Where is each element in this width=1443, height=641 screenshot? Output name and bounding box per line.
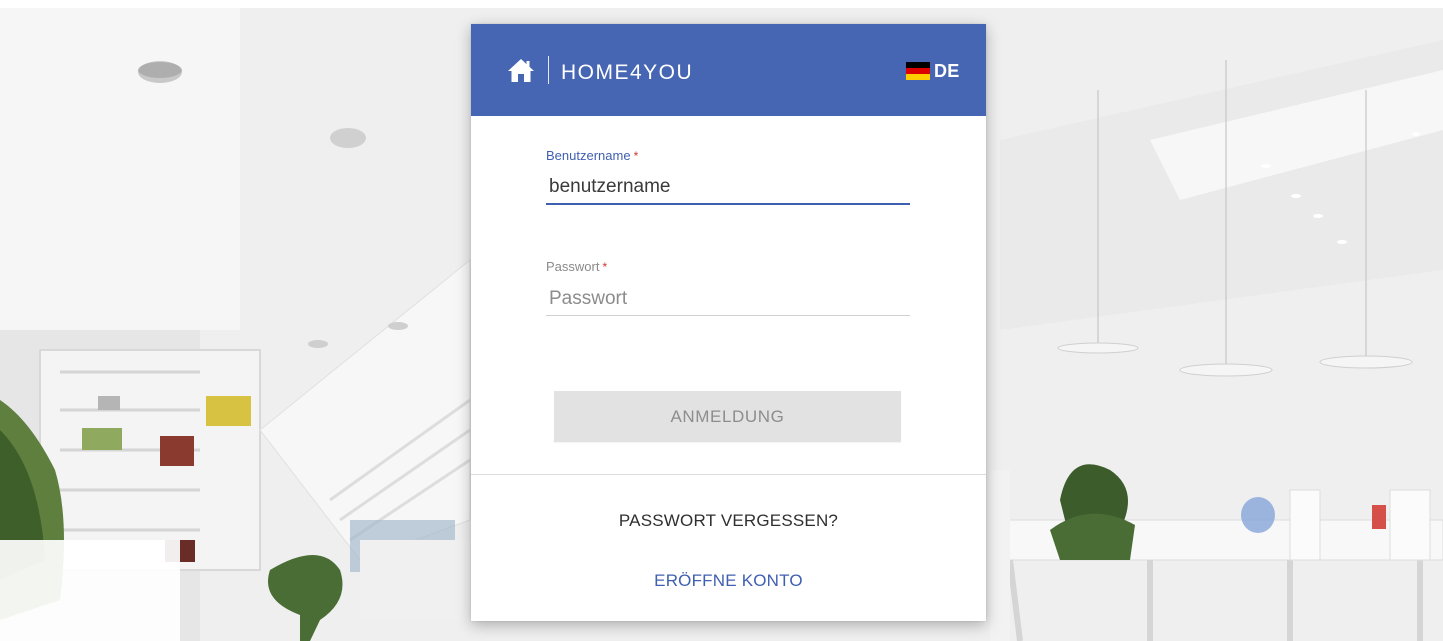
card-header: HOME4YOU DE bbox=[471, 24, 986, 116]
username-field-group: Benutzername * bbox=[546, 148, 910, 205]
password-input[interactable] bbox=[546, 282, 910, 316]
username-required-mark: * bbox=[633, 149, 639, 163]
password-required-mark: * bbox=[602, 260, 608, 274]
username-input[interactable] bbox=[546, 171, 910, 205]
create-account-link[interactable]: ERÖFFNE KONTO bbox=[471, 571, 986, 591]
username-label-text: Benutzername bbox=[546, 148, 631, 163]
username-label: Benutzername * bbox=[546, 148, 910, 164]
password-label-text: Passwort bbox=[546, 259, 600, 274]
forgot-password-link[interactable]: PASSWORT VERGESSEN? bbox=[471, 511, 986, 531]
brand-logo-text: HOME4YOU bbox=[561, 61, 693, 84]
home-icon bbox=[508, 59, 534, 82]
language-code: DE bbox=[934, 60, 960, 81]
login-screen: HOME4YOU DE Benutzername* Passwort* ANME… bbox=[0, 0, 1443, 641]
password-field-group: Passwort * bbox=[546, 259, 910, 316]
logo-divider bbox=[548, 56, 549, 84]
language-switcher[interactable]: DE bbox=[906, 60, 960, 82]
brand-logo: HOME4YOU bbox=[561, 61, 693, 84]
password-label: Passwort * bbox=[546, 259, 910, 275]
flag-de-icon bbox=[906, 62, 930, 80]
login-button[interactable]: ANMELDUNG bbox=[554, 391, 901, 442]
card-divider bbox=[471, 474, 986, 475]
login-card: HOME4YOU DE Benutzername* Passwort* ANME… bbox=[471, 24, 986, 621]
